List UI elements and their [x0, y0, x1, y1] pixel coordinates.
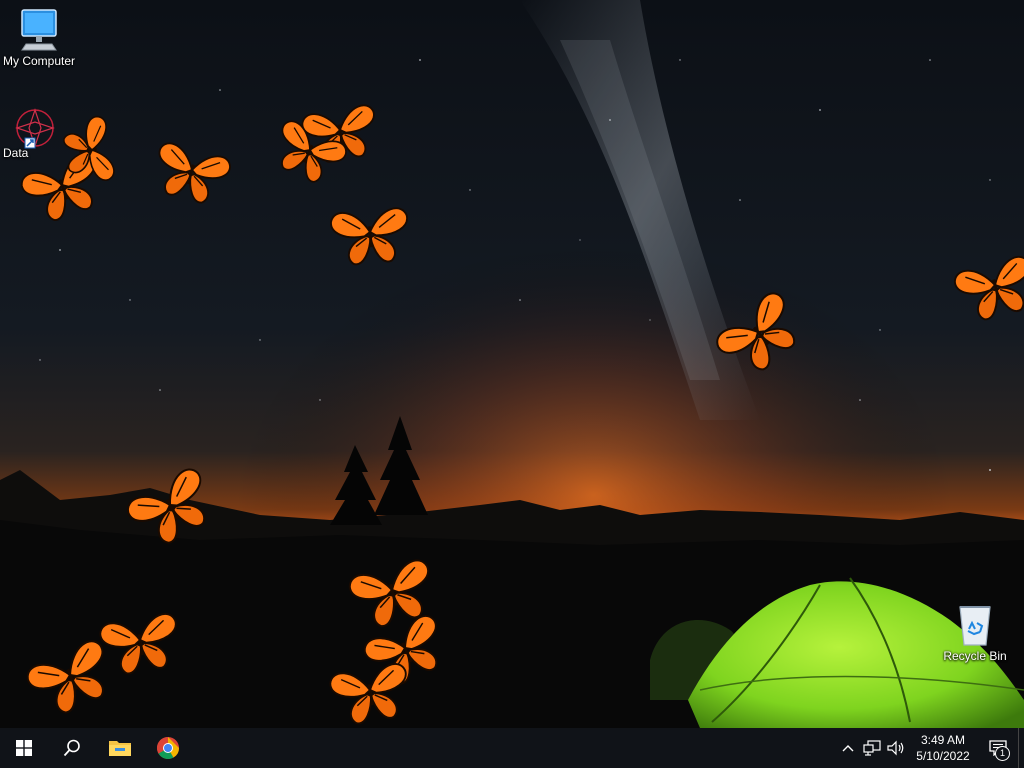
action-center-button[interactable]: 1	[978, 728, 1018, 768]
clock-time: 3:49 AM	[920, 733, 966, 747]
network-icon	[863, 740, 881, 756]
show-desktop-button[interactable]	[1018, 728, 1024, 768]
butterfly	[122, 463, 223, 555]
start-button[interactable]	[0, 728, 48, 768]
chevron-up-icon	[842, 745, 854, 752]
taskbar-app-chrome[interactable]	[144, 728, 192, 768]
butterfly-overlay	[17, 102, 1024, 728]
recycle-bin-icon	[959, 606, 991, 646]
taskbar-app-file-explorer[interactable]	[96, 728, 144, 768]
volume-icon	[887, 740, 904, 756]
desktop-icon-label: Recycle Bin	[943, 649, 1007, 663]
clock-date: 5/10/2022	[916, 749, 970, 763]
butterfly	[951, 252, 1024, 327]
butterfly	[328, 205, 413, 268]
desktop-icon-recycle-bin[interactable]: Recycle Bin	[933, 601, 1017, 663]
folder-icon	[109, 741, 131, 756]
search-icon	[63, 739, 80, 757]
butterfly	[148, 139, 234, 210]
taskbar: 3:49 AM 5/10/2022 1	[0, 728, 1024, 768]
volume-button[interactable]	[884, 728, 908, 768]
windows-logo-icon	[16, 740, 32, 756]
search-button[interactable]	[48, 728, 96, 768]
network-button[interactable]	[860, 728, 884, 768]
desktop-icon-label: My Computer	[2, 54, 76, 68]
monitor-icon	[21, 9, 57, 51]
butterfly	[327, 660, 415, 728]
taskbar-clock[interactable]: 3:49 AM 5/10/2022	[908, 732, 978, 764]
desktop-icon-my-computer[interactable]: My Computer	[0, 8, 81, 68]
butterfly	[22, 636, 122, 724]
chrome-icon	[157, 737, 179, 759]
show-hidden-icons-button[interactable]	[836, 728, 860, 768]
butterfly	[97, 610, 185, 679]
butterfly	[711, 287, 812, 385]
notification-count-badge: 1	[995, 746, 1010, 761]
system-tray: 3:49 AM 5/10/2022 1	[836, 728, 1024, 768]
desktop-icon-data[interactable]: Data	[0, 106, 55, 160]
